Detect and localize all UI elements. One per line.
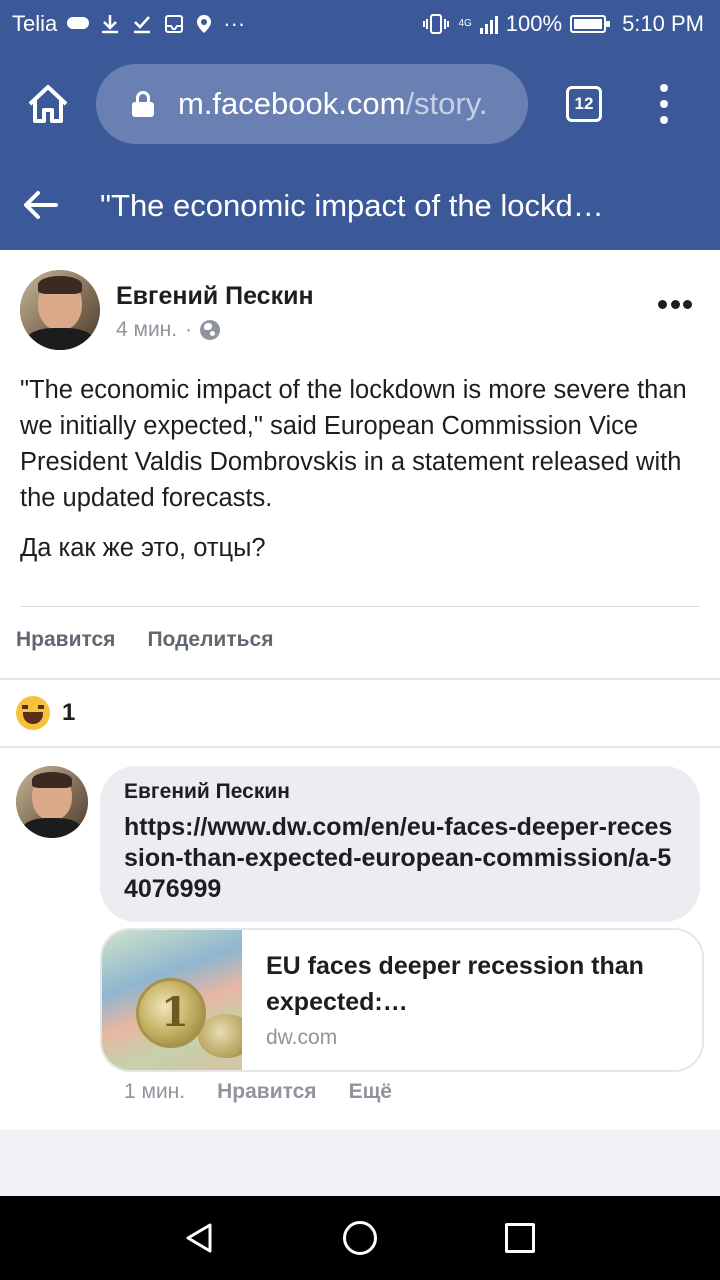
more-notifications-icon: ··· — [223, 11, 246, 36]
reactions-summary[interactable]: 1 — [16, 696, 75, 730]
download-icon — [102, 15, 119, 34]
cloud-icon — [67, 13, 90, 35]
post-text-comment: Да как же это, отцы? — [20, 534, 266, 562]
comment-like-button[interactable]: Нравится — [217, 1080, 316, 1104]
check-download-icon — [134, 16, 151, 34]
commenter-avatar[interactable] — [16, 766, 88, 838]
tab-switcher-button[interactable]: 12 — [566, 86, 602, 122]
post-meta: 4 мин. · — [116, 318, 221, 342]
signal-icon — [479, 14, 498, 34]
url-path: /story. — [405, 86, 488, 121]
link-thumbnail-image — [102, 930, 242, 1070]
like-button[interactable]: Нравится — [16, 628, 115, 652]
url-domain: m.facebook.com — [178, 86, 406, 121]
page-title: "The economic impact of the lockd… — [100, 188, 604, 223]
vibrate-icon — [423, 14, 450, 34]
browser-toolbar: m.facebook.com/story. 12 — [0, 48, 720, 160]
reaction-count: 1 — [62, 699, 76, 726]
haha-reaction-icon — [16, 696, 50, 730]
inbox-icon — [165, 15, 184, 33]
link-preview-title: EU faces deeper recession than expected:… — [266, 952, 644, 1016]
link-preview-domain: dw.com — [266, 1026, 338, 1049]
status-right: 4G 100% 5:10 PM — [422, 11, 704, 37]
post: Евгений Пескин 4 мин. · "The economic im… — [0, 250, 720, 1130]
network-type: 4G — [458, 18, 472, 29]
back-arrow-icon[interactable] — [22, 190, 58, 220]
clock: 5:10 PM — [622, 11, 704, 36]
divider — [0, 678, 720, 680]
address-bar[interactable]: m.facebook.com/story. — [96, 64, 528, 144]
system-nav-bar — [0, 1196, 720, 1280]
meta-separator: · — [185, 318, 193, 341]
carrier-label: Telia — [12, 11, 58, 36]
comment-bubble: Евгений Пескин https://www.dw.com/en/eu-… — [100, 766, 700, 922]
post-text: "The economic impact of the lockdown is … — [20, 376, 687, 512]
nav-home-icon[interactable] — [343, 1221, 377, 1255]
status-left: Telia ··· — [12, 11, 245, 37]
battery-icon — [570, 15, 611, 33]
author-avatar[interactable] — [20, 270, 100, 350]
comment-author[interactable]: Евгений Пескин — [124, 780, 676, 804]
status-bar: Telia ··· 4G 100% 5:10 PM — [0, 0, 720, 48]
post-options-icon[interactable] — [658, 300, 692, 310]
battery-percent: 100% — [505, 11, 563, 36]
post-author[interactable]: Евгений Пескин — [116, 282, 314, 311]
nav-back-icon[interactable] — [184, 1222, 216, 1254]
home-icon[interactable] — [26, 82, 70, 126]
comment-actions: 1 мин. Нравится Ещё — [124, 1080, 392, 1104]
link-preview-card[interactable]: EU faces deeper recession than expected:… — [100, 928, 704, 1072]
post-actions: Нравится Поделиться — [16, 628, 273, 652]
post-time[interactable]: 4 мин. — [116, 318, 177, 342]
lock-icon — [132, 91, 154, 117]
location-icon — [197, 15, 212, 33]
globe-icon — [200, 320, 221, 340]
divider — [0, 746, 720, 748]
page-header: "The economic impact of the lockd… — [0, 160, 720, 250]
browser-menu-icon[interactable] — [656, 84, 672, 124]
nav-recents-icon[interactable] — [505, 1223, 535, 1253]
divider — [20, 606, 700, 607]
share-button[interactable]: Поделиться — [147, 628, 273, 652]
comment-time: 1 мин. — [124, 1080, 186, 1103]
comment-link[interactable]: https://www.dw.com/en/eu-faces-deeper-re… — [124, 812, 676, 905]
comment-more-button[interactable]: Ещё — [349, 1080, 392, 1104]
